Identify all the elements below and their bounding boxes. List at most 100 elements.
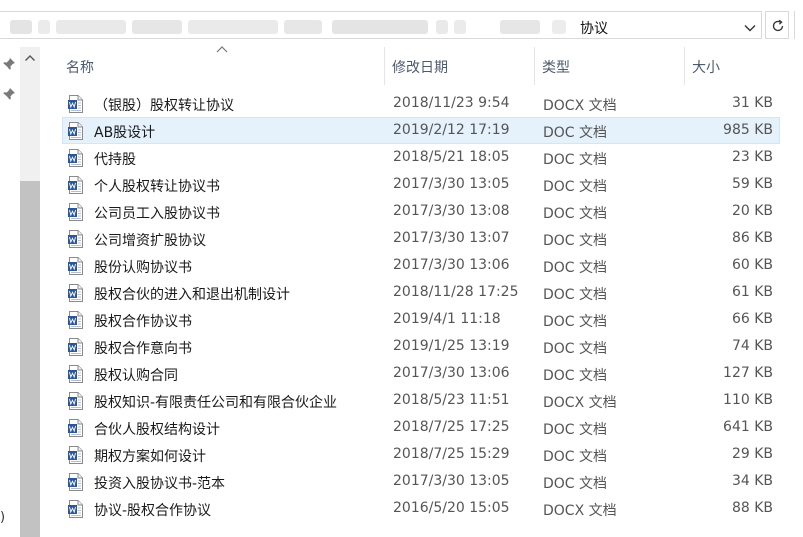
column-header-size[interactable]: 大小 (682, 47, 782, 85)
column-header-name[interactable]: 名称 (56, 47, 384, 85)
pin-icon[interactable] (2, 57, 16, 71)
column-header-size-label: 大小 (692, 60, 720, 76)
file-row[interactable]: 股权合作意向书 2019/1/25 13:19 DOC 文档 74 KB (62, 333, 780, 360)
refresh-icon (772, 19, 784, 32)
file-name: 公司员工入股协议书 (94, 206, 220, 222)
file-size: 110 KB (723, 392, 773, 408)
file-type: DOC 文档 (543, 476, 608, 492)
file-name: 个人股权转让协议书 (94, 179, 220, 195)
file-type: DOCX 文档 (543, 395, 617, 411)
file-row[interactable]: 股权合作协议书 2019/4/1 11:18 DOC 文档 66 KB (62, 306, 780, 333)
file-row[interactable]: 股权知识-有限责任公司和有限合伙企业 2018/5/23 11:51 DOCX … (62, 387, 780, 414)
file-row[interactable]: （银股）股权转让协议 2018/11/23 9:54 DOCX 文档 31 KB (62, 90, 780, 117)
nav-scrollbar-thumb[interactable] (20, 181, 40, 537)
file-size: 985 KB (723, 122, 773, 138)
column-header-type[interactable]: 类型 (532, 47, 684, 85)
column-header-date[interactable]: 修改日期 (382, 47, 534, 85)
file-modified-date: 2018/11/28 17:25 (393, 284, 519, 300)
breadcrumb-current-folder[interactable]: 协议 (580, 18, 608, 38)
file-modified-date: 2017/3/30 13:07 (393, 230, 510, 246)
file-name: 协议-股权合作协议 (94, 503, 212, 519)
file-name: 合伙人股权结构设计 (94, 422, 220, 438)
file-name: 公司增资扩股协议 (94, 233, 206, 249)
file-size: 61 KB (731, 284, 773, 300)
word-docx-icon (68, 95, 83, 113)
word-doc-icon (68, 365, 83, 383)
blurred-path-segment (56, 20, 126, 34)
file-name: 股份认购协议书 (94, 260, 192, 276)
file-modified-date: 2019/2/12 17:19 (393, 122, 510, 138)
file-name: 股权合伙的进入和退出机制设计 (94, 287, 290, 303)
file-row[interactable]: 个人股权转让协议书 2017/3/30 13:05 DOC 文档 59 KB (62, 171, 780, 198)
file-name: 股权合作协议书 (94, 314, 192, 330)
file-size: 66 KB (731, 311, 773, 327)
file-size: 59 KB (731, 176, 773, 192)
refresh-button[interactable] (765, 11, 789, 39)
file-row[interactable]: 股份认购协议书 2017/3/30 13:06 DOC 文档 60 KB (62, 252, 780, 279)
file-row[interactable]: 代持股 2018/5/21 18:05 DOC 文档 23 KB (62, 144, 780, 171)
file-name: 期权方案如何设计 (94, 449, 206, 465)
file-type: DOC 文档 (543, 125, 608, 141)
file-size: 88 KB (731, 500, 773, 516)
file-type: DOC 文档 (543, 422, 608, 438)
file-modified-date: 2017/3/30 13:06 (393, 365, 510, 381)
nav-item-fragment[interactable]: ) (0, 510, 5, 525)
file-type: DOC 文档 (543, 206, 608, 222)
file-name: AB股设计 (94, 125, 156, 141)
word-doc-icon (68, 338, 83, 356)
file-modified-date: 2018/7/25 15:29 (393, 446, 510, 462)
file-type: DOC 文档 (543, 341, 608, 357)
file-size: 74 KB (731, 338, 773, 354)
file-name: 股权知识-有限责任公司和有限合伙企业 (94, 395, 338, 411)
file-size: 60 KB (731, 257, 773, 273)
blurred-path-segment (188, 20, 278, 34)
word-doc-icon (68, 311, 83, 329)
file-size: 20 KB (731, 203, 773, 219)
file-type: DOC 文档 (543, 449, 608, 465)
file-row[interactable]: 公司增资扩股协议 2017/3/30 13:07 DOC 文档 86 KB (62, 225, 780, 252)
file-size: 641 KB (723, 419, 773, 435)
column-header-name-label: 名称 (66, 60, 94, 76)
file-type: DOCX 文档 (543, 503, 617, 519)
file-modified-date: 2019/1/25 13:19 (393, 338, 510, 354)
file-modified-date: 2017/3/30 13:06 (393, 257, 510, 273)
blurred-path-segment (552, 20, 566, 34)
file-row[interactable]: 投资入股协议书-范本 2017/3/30 13:05 DOC 文档 34 KB (62, 468, 780, 495)
word-doc-icon (68, 203, 83, 221)
file-name: 股权认购合同 (94, 368, 178, 384)
file-size: 31 KB (731, 95, 773, 111)
file-modified-date: 2017/3/30 13:08 (393, 203, 510, 219)
file-name: （银股）股权转让协议 (94, 98, 234, 114)
pin-icon[interactable] (2, 87, 16, 101)
file-row[interactable]: 公司员工入股协议书 2017/3/30 13:08 DOC 文档 20 KB (62, 198, 780, 225)
file-modified-date: 2017/3/30 13:05 (393, 473, 510, 489)
word-doc-icon (68, 149, 83, 167)
blurred-path-segment (500, 20, 540, 34)
file-size: 34 KB (731, 473, 773, 489)
address-box[interactable]: 协议 (0, 11, 762, 39)
word-doc-icon (68, 419, 83, 437)
file-row[interactable]: 股权合伙的进入和退出机制设计 2018/11/28 17:25 DOC 文档 6… (62, 279, 780, 306)
navigation-pane: ) (0, 47, 40, 537)
scroll-up-arrow-icon[interactable] (24, 53, 36, 63)
file-row[interactable]: 协议-股权合作协议 2016/5/20 15:05 DOCX 文档 88 KB (62, 495, 780, 522)
file-name: 代持股 (94, 152, 136, 168)
word-docx-icon (68, 392, 83, 410)
file-row[interactable]: 股权认购合同 2017/3/30 13:06 DOC 文档 127 KB (62, 360, 780, 387)
file-modified-date: 2018/7/25 17:25 (393, 419, 510, 435)
file-name: 投资入股协议书-范本 (94, 476, 226, 492)
file-type: DOC 文档 (543, 368, 608, 384)
word-doc-icon (68, 176, 83, 194)
file-size: 23 KB (731, 149, 773, 165)
column-header-date-label: 修改日期 (392, 60, 448, 76)
word-doc-icon (68, 122, 83, 140)
file-row[interactable]: 期权方案如何设计 2018/7/25 15:29 DOC 文档 29 KB (62, 441, 780, 468)
file-type: DOC 文档 (543, 233, 608, 249)
toolbar-divider (794, 11, 795, 39)
file-row[interactable]: AB股设计 2019/2/12 17:19 DOC 文档 985 KB (62, 117, 780, 144)
file-row[interactable]: 合伙人股权结构设计 2018/7/25 17:25 DOC 文档 641 KB (62, 414, 780, 441)
file-type: DOC 文档 (543, 287, 608, 303)
word-doc-icon (68, 230, 83, 248)
chevron-down-icon[interactable] (742, 20, 758, 36)
file-name: 股权合作意向书 (94, 341, 192, 357)
